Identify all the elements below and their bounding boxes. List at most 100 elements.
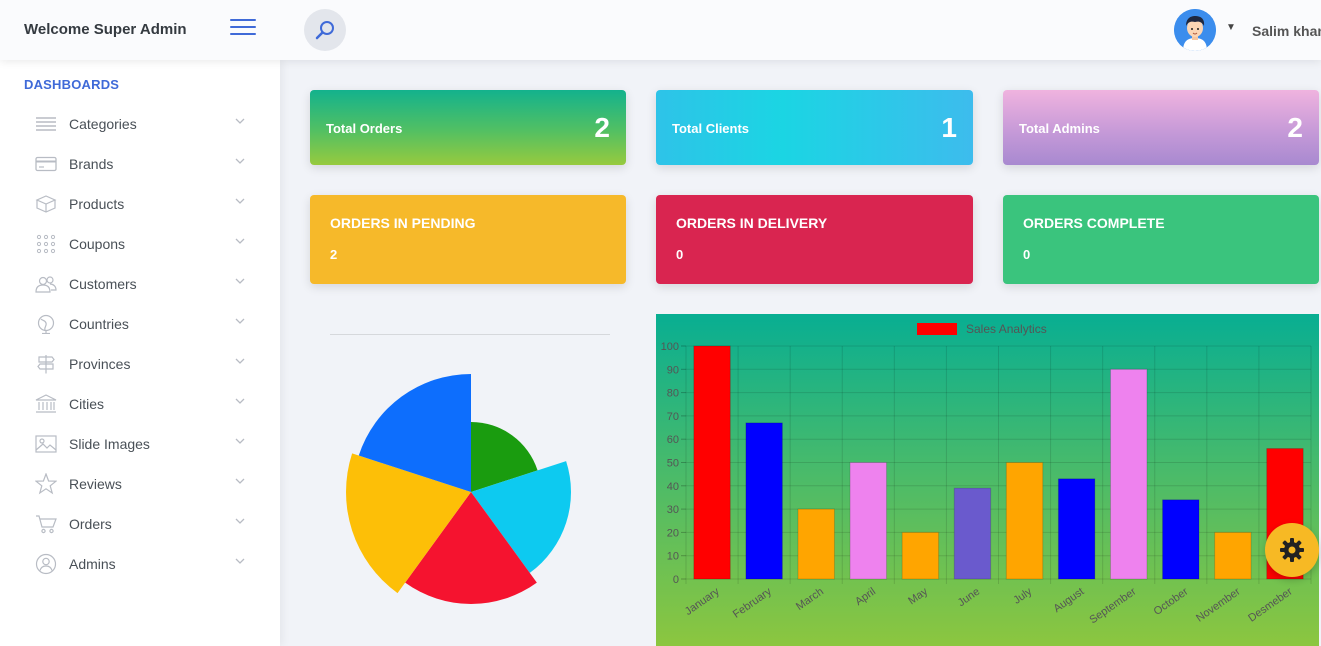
sidebar-item-reviews[interactable]: Reviews <box>24 464 254 504</box>
user-circle-icon <box>34 553 58 575</box>
sidebar-item-countries[interactable]: Countries <box>24 304 254 344</box>
x-tick-label: January <box>683 585 722 618</box>
signpost-icon <box>34 353 58 375</box>
x-tick-label: March <box>794 586 826 613</box>
chevron-down-icon <box>235 158 245 164</box>
search-icon <box>315 21 334 40</box>
bar <box>797 508 835 580</box>
hamburger-menu-icon[interactable] <box>230 19 256 39</box>
card-label: ORDERS IN DELIVERY <box>676 215 828 231</box>
grid-dots-icon <box>34 233 58 255</box>
globe-icon <box>34 313 58 335</box>
sidebar-item-cities[interactable]: Cities <box>24 384 254 424</box>
y-tick-label: 30 <box>667 504 679 516</box>
sidebar-item-label: Brands <box>69 156 114 172</box>
chevron-down-icon[interactable]: ▼ <box>1226 22 1236 33</box>
x-tick-label: February <box>731 585 774 620</box>
x-tick-label: Desmeber <box>1246 585 1295 624</box>
y-tick-label: 20 <box>667 527 679 539</box>
sidebar-item-label: Reviews <box>69 476 122 492</box>
orders-delivery-card: ORDERS IN DELIVERY 0 <box>656 195 973 284</box>
divider <box>330 334 610 335</box>
sidebar-item-coupons[interactable]: Coupons <box>24 224 254 264</box>
card-value: 1 <box>941 112 957 143</box>
chevron-down-icon <box>235 398 245 404</box>
chevron-down-icon <box>235 518 245 524</box>
card-value: 2 <box>1287 112 1303 143</box>
x-tick-label: April <box>853 586 878 608</box>
building-icon <box>34 393 58 415</box>
bar <box>1109 368 1148 580</box>
x-tick-label: July <box>1011 585 1034 606</box>
sidebar-item-products[interactable]: Products <box>24 184 254 224</box>
y-tick-label: 60 <box>667 434 679 446</box>
sidebar-item-categories[interactable]: Categories <box>24 104 254 144</box>
sidebar-item-label: Countries <box>69 316 129 332</box>
pie-chart-panel <box>310 314 626 646</box>
user-avatar[interactable] <box>1174 9 1216 51</box>
card-label: ORDERS COMPLETE <box>1023 215 1165 231</box>
box-icon <box>34 193 58 215</box>
polar-area-chart <box>346 374 571 604</box>
sidebar-item-orders[interactable]: Orders <box>24 504 254 544</box>
sidebar-item-brands[interactable]: Brands <box>24 144 254 184</box>
x-tick-label: September <box>1087 585 1138 626</box>
sidebar-item-label: Categories <box>69 116 137 132</box>
users-icon <box>34 273 58 295</box>
sidebar-item-admins[interactable]: Admins <box>24 544 254 584</box>
image-icon <box>34 433 58 455</box>
chevron-down-icon <box>235 318 245 324</box>
y-tick-label: 10 <box>667 551 679 563</box>
gear-icon <box>1280 538 1304 562</box>
chevron-down-icon <box>235 438 245 444</box>
sidebar-item-label: Customers <box>69 276 137 292</box>
user-name[interactable]: Salim khan <box>1252 23 1321 39</box>
cart-icon <box>34 513 58 535</box>
sidebar-item-label: Provinces <box>69 356 131 372</box>
bar <box>849 462 888 580</box>
sidebar-item-label: Slide Images <box>69 436 150 452</box>
settings-button[interactable] <box>1265 523 1319 577</box>
sidebar-heading: DASHBOARDS <box>24 77 120 92</box>
sidebar-item-provinces[interactable]: Provinces <box>24 344 254 384</box>
chevron-down-icon <box>235 278 245 284</box>
total-orders-card: Total Orders 2 <box>310 90 626 165</box>
orders-complete-card: ORDERS COMPLETE 0 <box>1003 195 1319 284</box>
sales-analytics-panel: Sales Analytics 0 10 20 30 40 50 60 70 80 90 100 Jan… <box>656 314 1319 646</box>
bar <box>953 487 992 580</box>
card-value: 0 <box>676 247 684 262</box>
bar <box>1005 462 1044 580</box>
sidebar-item-label: Coupons <box>69 236 126 252</box>
x-tick-label: August <box>1051 586 1086 615</box>
bar <box>745 422 783 580</box>
star-icon <box>34 473 58 495</box>
list-icon <box>34 113 58 135</box>
chevron-down-icon <box>235 118 245 124</box>
credit-card-icon <box>34 153 58 175</box>
chevron-down-icon <box>235 198 245 204</box>
card-value: 2 <box>330 247 338 262</box>
y-tick-label: 100 <box>661 341 679 353</box>
y-tick-label: 70 <box>667 411 679 423</box>
legend-label: Sales Analytics <box>966 322 1047 336</box>
top-navbar: Welcome Super Admin ▼ Salim khan <box>0 0 1321 60</box>
card-label: Total Admins <box>1019 121 1100 136</box>
sidebar-menu: Categories Brands Products Coupons Custo… <box>24 104 254 584</box>
y-tick-label: 40 <box>667 481 679 493</box>
card-label: Total Clients <box>672 121 750 136</box>
chevron-down-icon <box>235 238 245 244</box>
search-button[interactable] <box>304 9 346 51</box>
sidebar-item-label: Admins <box>69 556 116 572</box>
sidebar-item-label: Products <box>69 196 125 212</box>
sidebar-item-slide-images[interactable]: Slide Images <box>24 424 254 464</box>
card-label: Total Orders <box>326 121 403 136</box>
y-tick-label: 90 <box>667 364 679 376</box>
total-admins-card: Total Admins 2 <box>1003 90 1319 165</box>
app-title: Welcome Super Admin <box>24 21 187 38</box>
sidebar-item-customers[interactable]: Customers <box>24 264 254 304</box>
bar <box>1057 478 1096 580</box>
legend-swatch <box>917 323 957 335</box>
card-label: ORDERS IN PENDING <box>330 215 476 231</box>
y-tick-label: 50 <box>667 458 679 470</box>
sidebar-item-label: Orders <box>69 516 112 532</box>
